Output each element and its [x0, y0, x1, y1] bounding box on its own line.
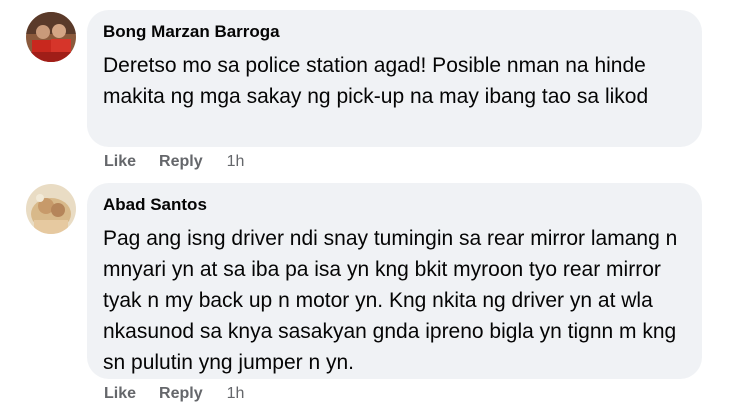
like-button[interactable]: Like: [104, 384, 136, 404]
comment-bubble: Bong Marzan Barroga Deretso mo sa police…: [87, 10, 702, 147]
comment-timestamp[interactable]: 1h: [227, 384, 245, 404]
comment-text: Pag ang isng driver ndi snay tumingin sa…: [103, 227, 678, 374]
comment-bubble: Abad Santos Pag ang isng driver ndi snay…: [87, 183, 702, 379]
reply-button[interactable]: Reply: [159, 152, 203, 172]
like-button[interactable]: Like: [104, 152, 136, 172]
comment-author[interactable]: Abad Santos: [103, 195, 684, 215]
comment-actions: Like Reply 1h: [104, 152, 244, 172]
comment-text: Deretso mo sa police station agad! Posib…: [103, 54, 649, 108]
avatar[interactable]: [26, 184, 76, 234]
profile-photo-icon: [26, 12, 76, 62]
reply-button[interactable]: Reply: [159, 384, 203, 404]
profile-photo-icon: [26, 184, 76, 234]
comment-actions: Like Reply 1h: [104, 384, 244, 404]
comment-timestamp[interactable]: 1h: [227, 152, 245, 172]
comment-author[interactable]: Bong Marzan Barroga: [103, 22, 684, 42]
avatar[interactable]: [26, 12, 76, 62]
